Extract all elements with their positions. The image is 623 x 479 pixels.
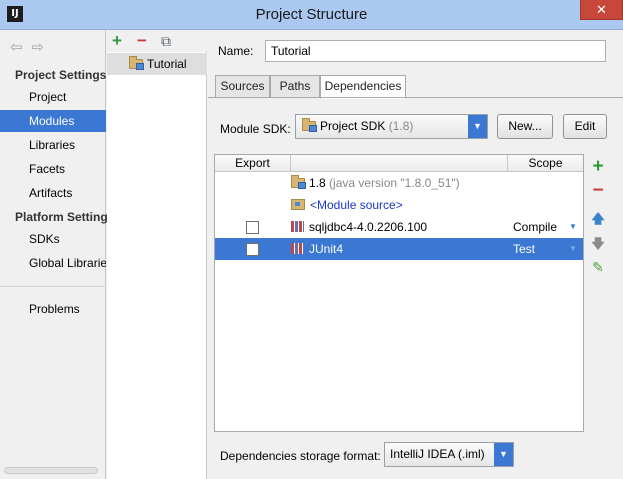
dependency-entry: 1.8 (java version "1.8.0_51")	[291, 172, 460, 194]
library-jar-icon	[291, 243, 304, 254]
chevron-down-icon[interactable]: ▼	[569, 216, 577, 238]
tab-paths[interactable]: Paths	[270, 75, 320, 98]
sdk-folder-icon	[302, 118, 317, 132]
edit-sdk-button[interactable]: Edit	[563, 114, 607, 139]
nav-horizontal-scrollbar[interactable]	[4, 467, 98, 474]
nav-item-project[interactable]: Project	[0, 86, 106, 108]
dependencies-table: Export Scope 1.8 (java version "1.8.0_51…	[214, 154, 584, 432]
nav-item-problems[interactable]: Problems	[0, 298, 106, 320]
nav-history: ⇦ ⇨	[10, 38, 49, 56]
copy-module-icon[interactable]: ⧉	[161, 31, 171, 51]
new-sdk-button-label: New...	[508, 119, 542, 133]
export-checkbox[interactable]	[246, 243, 259, 256]
nav-item-libraries[interactable]: Libraries	[0, 134, 106, 156]
module-item-label: Tutorial	[147, 57, 187, 71]
storage-format-value: IntelliJ IDEA (.iml)	[390, 447, 485, 461]
new-sdk-button[interactable]: New...	[497, 114, 553, 139]
module-source-icon	[291, 199, 305, 210]
nav-item-modules[interactable]: Modules	[0, 110, 106, 132]
nav-item-global-libraries[interactable]: Global Libraries	[0, 252, 106, 274]
add-dependency-icon[interactable]: +	[588, 156, 608, 178]
dependency-detail: (java version "1.8.0_51")	[329, 176, 460, 190]
dependency-entry: sqljdbc4-4.0.2206.100	[291, 216, 427, 238]
module-name-input[interactable]	[265, 40, 606, 62]
remove-dependency-icon[interactable]: −	[588, 180, 608, 202]
chevron-down-icon[interactable]: ▼	[468, 115, 487, 138]
forward-arrow-icon[interactable]: ⇨	[31, 38, 49, 56]
table-row[interactable]: 1.8 (java version "1.8.0_51")	[215, 172, 583, 194]
column-separator	[290, 155, 291, 172]
module-sdk-dropdown[interactable]: Project SDK (1.8) ▼	[295, 114, 488, 139]
nav-item-sdks[interactable]: SDKs	[0, 228, 106, 250]
name-label: Name:	[218, 44, 254, 58]
sdk-version: (1.8)	[388, 119, 414, 133]
window-title: Project Structure	[255, 6, 368, 23]
module-list: + − ⧉ Tutorial	[107, 30, 207, 479]
dependency-entry: <Module source>	[291, 194, 403, 216]
add-module-icon[interactable]: +	[112, 31, 122, 51]
section-platform-settings: Platform Settings	[15, 210, 115, 224]
sdk-value: Project SDK	[320, 119, 386, 133]
export-checkbox[interactable]	[246, 221, 259, 234]
tab-sources[interactable]: Sources	[215, 75, 270, 98]
back-arrow-icon[interactable]: ⇦	[10, 38, 28, 56]
move-down-icon[interactable]: 🡇	[588, 235, 608, 257]
dependencies-tab-content: Module SDK: Project SDK (1.8) ▼ New... E…	[208, 97, 623, 479]
module-item-tutorial[interactable]: Tutorial	[107, 53, 207, 75]
storage-format-dropdown[interactable]: IntelliJ IDEA (.iml) ▼	[384, 442, 514, 467]
module-folder-icon	[129, 56, 144, 70]
section-project-settings: Project Settings	[15, 68, 107, 82]
module-toolbar: + − ⧉	[107, 30, 207, 52]
dependency-name: JUnit4	[309, 242, 344, 256]
dependency-name: sqljdbc4-4.0.2206.100	[309, 220, 428, 234]
table-header: Export Scope	[215, 155, 583, 172]
remove-module-icon[interactable]: −	[137, 31, 147, 51]
chevron-down-icon[interactable]: ▼	[494, 443, 513, 466]
dependency-name: 1.8	[309, 176, 326, 190]
tab-dependencies[interactable]: Dependencies	[320, 75, 406, 99]
scope-value[interactable]: Compile	[513, 216, 557, 238]
nav-item-facets[interactable]: Facets	[0, 158, 106, 180]
column-scope[interactable]: Scope	[508, 155, 583, 172]
table-row[interactable]: sqljdbc4-4.0.2206.100 Compile ▼	[215, 216, 583, 238]
dependency-name: <Module source>	[310, 198, 403, 212]
scope-value[interactable]: Test	[513, 238, 535, 260]
module-settings-panel: Name: Sources Paths Dependencies Module …	[208, 30, 623, 479]
edit-sdk-button-label: Edit	[574, 119, 596, 133]
storage-format-label: Dependencies storage format:	[220, 449, 381, 463]
table-row[interactable]: <Module source>	[215, 194, 583, 216]
module-sdk-label: Module SDK:	[220, 122, 291, 136]
edit-pencil-icon[interactable]: ✎	[588, 259, 608, 276]
library-jar-icon	[291, 221, 304, 232]
nav-item-artifacts[interactable]: Artifacts	[0, 182, 106, 204]
jdk-folder-icon	[291, 175, 306, 189]
settings-nav: ⇦ ⇨ Project Settings Project Modules Lib…	[0, 30, 114, 479]
column-export[interactable]: Export	[215, 155, 290, 172]
chevron-down-icon[interactable]: ▼	[569, 238, 577, 260]
move-up-icon[interactable]: 🡅	[588, 210, 608, 232]
dependency-entry: JUnit4	[291, 238, 343, 260]
title-bar: IJ Project Structure ✕	[0, 0, 623, 30]
table-row[interactable]: JUnit4 Test ▼	[215, 238, 583, 260]
close-window-button[interactable]: ✕	[580, 0, 623, 20]
nav-divider	[0, 286, 106, 287]
